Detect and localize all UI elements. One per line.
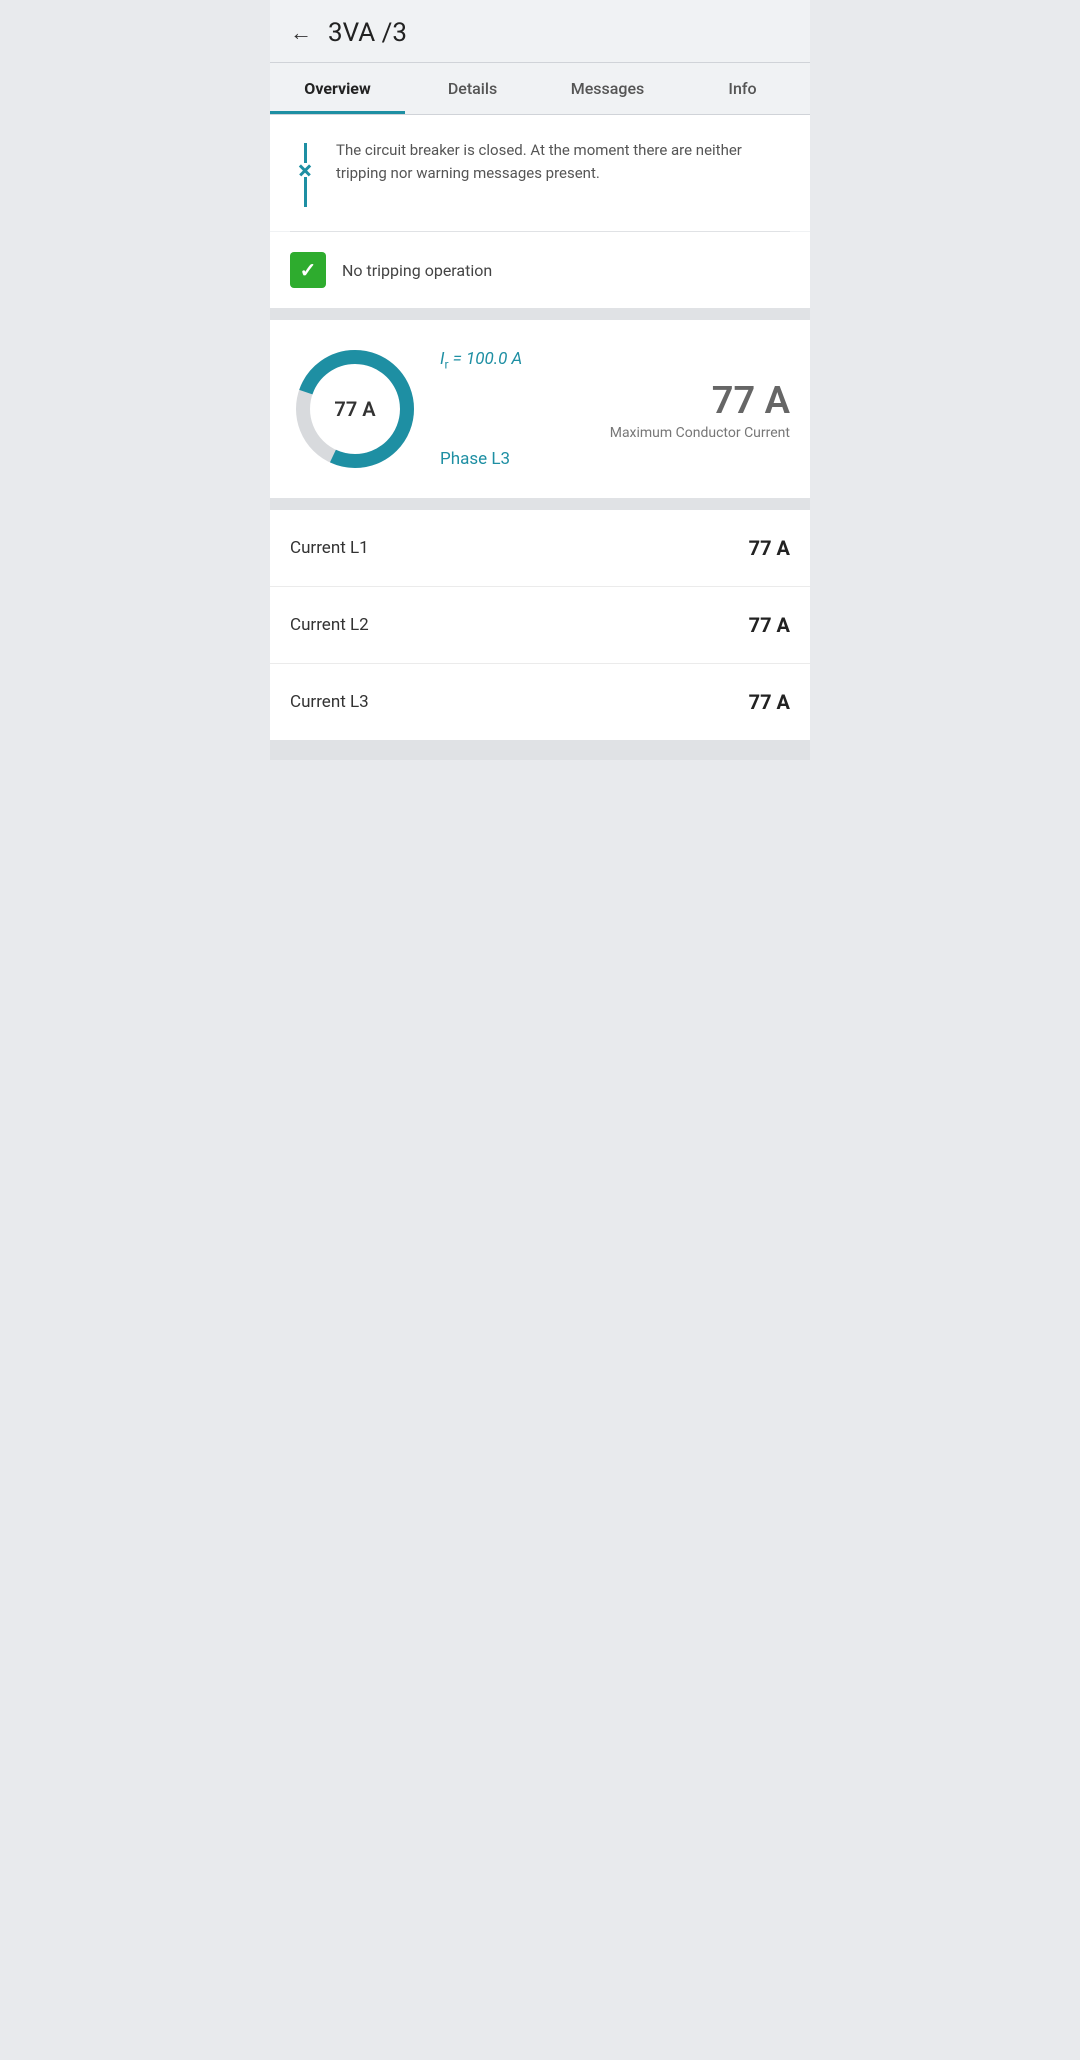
cb-cross-icon <box>298 163 312 177</box>
no-trip-label: No tripping operation <box>342 261 492 280</box>
bottom-gap <box>270 740 810 760</box>
back-button[interactable]: ← <box>290 20 312 46</box>
phase-label: Phase L3 <box>440 449 790 469</box>
readings-card: Current L1 77 A Current L2 77 A Current … <box>270 510 810 740</box>
current-l2-label: Current L2 <box>290 615 369 635</box>
current-l1-label: Current L1 <box>290 538 369 558</box>
gauge-card: 77 A Ir = 100.0 A 77 A Maximum Conductor… <box>270 320 810 498</box>
max-current-value: 77 A <box>440 379 790 423</box>
gauge-center-value: 77 A <box>334 397 375 421</box>
tab-messages[interactable]: Messages <box>540 63 675 114</box>
current-l3-value: 77 A <box>749 690 790 714</box>
ir-label: Ir = 100.0 A <box>440 349 790 371</box>
current-l3-label: Current L3 <box>290 692 369 712</box>
section-divider-2 <box>270 498 810 510</box>
header: ← 3VA /3 <box>270 0 810 63</box>
no-trip-card: No tripping operation <box>270 232 810 308</box>
max-current-label: Maximum Conductor Current <box>440 425 790 441</box>
gauge-content: 77 A Ir = 100.0 A 77 A Maximum Conductor… <box>290 344 790 474</box>
status-message: The circuit breaker is closed. At the mo… <box>336 139 790 184</box>
gauge-info: Ir = 100.0 A 77 A Maximum Conductor Curr… <box>440 349 790 469</box>
check-badge-icon <box>290 252 326 288</box>
page-title: 3VA /3 <box>328 18 407 48</box>
reading-row-l2: Current L2 77 A <box>270 587 810 664</box>
current-l2-value: 77 A <box>749 613 790 637</box>
tab-details[interactable]: Details <box>405 63 540 114</box>
tab-overview[interactable]: Overview <box>270 63 405 114</box>
current-l1-value: 77 A <box>749 536 790 560</box>
circuit-breaker-icon <box>290 143 320 207</box>
content-area: The circuit breaker is closed. At the mo… <box>270 115 810 760</box>
cb-bottom-line <box>304 177 307 207</box>
reading-row-l1: Current L1 77 A <box>270 510 810 587</box>
section-divider-1 <box>270 308 810 320</box>
reading-row-l3: Current L3 77 A <box>270 664 810 740</box>
status-card: The circuit breaker is closed. At the mo… <box>270 115 810 231</box>
cb-top-line <box>304 143 307 163</box>
max-current-section: 77 A Maximum Conductor Current <box>440 379 790 441</box>
tab-info[interactable]: Info <box>675 63 810 114</box>
gauge-chart: 77 A <box>290 344 420 474</box>
tab-bar: Overview Details Messages Info <box>270 63 810 115</box>
